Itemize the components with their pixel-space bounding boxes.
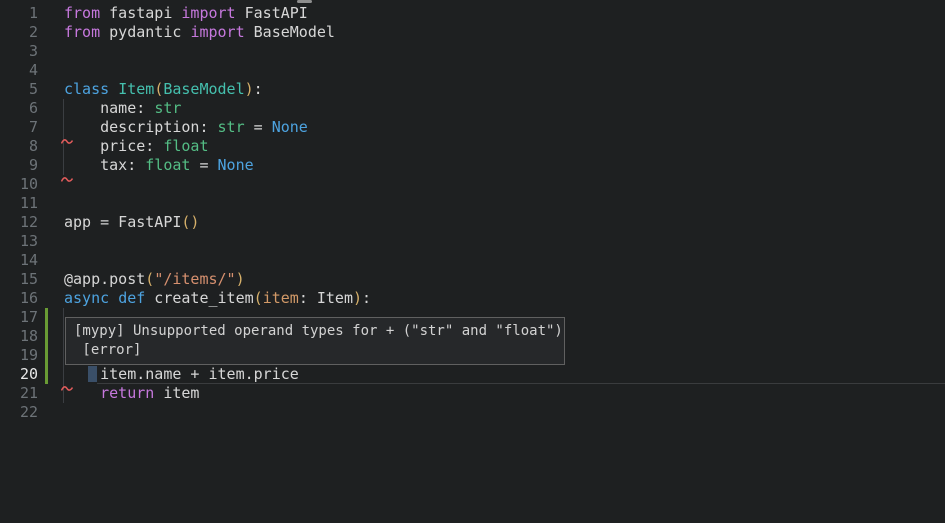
- code-line[interactable]: 22: [0, 403, 945, 422]
- code-text: class Item(BaseModel):: [38, 80, 263, 99]
- line-number: 14: [0, 251, 38, 270]
- code-line[interactable]: 12app = FastAPI(): [0, 213, 945, 232]
- line-number: 12: [0, 213, 38, 232]
- code-line[interactable]: 15@app.post("/items/"): [0, 270, 945, 289]
- line-number: 10: [0, 175, 38, 194]
- git-diff-added-bar: [45, 308, 48, 384]
- line-number: 13: [0, 232, 38, 251]
- code-line[interactable]: 7 description: str = None: [0, 118, 945, 137]
- line-number: 4: [0, 61, 38, 80]
- code-text: [38, 327, 64, 346]
- line-number: 5: [0, 80, 38, 99]
- line-number: 1: [0, 4, 38, 23]
- code-line[interactable]: 10: [0, 175, 945, 194]
- code-text: from fastapi import FastAPI: [38, 4, 308, 23]
- code-line[interactable]: 14: [0, 251, 945, 270]
- line-number: 15: [0, 270, 38, 289]
- code-text: item.name + item.price: [38, 365, 299, 384]
- code-line[interactable]: 3: [0, 42, 945, 61]
- line-number: 6: [0, 99, 38, 118]
- error-squiggle-icon: [61, 131, 73, 138]
- code-text: @app.post("/items/"): [38, 270, 245, 289]
- code-line[interactable]: 20 item.name + item.price: [0, 365, 945, 384]
- error-squiggle-icon: [61, 378, 73, 385]
- code-text: [38, 194, 64, 213]
- line-number: 16: [0, 289, 38, 308]
- code-text: [38, 403, 64, 422]
- code-line[interactable]: 6 name: str: [0, 99, 945, 118]
- line-number: 22: [0, 403, 38, 422]
- code-text: [38, 251, 64, 270]
- line-number: 2: [0, 23, 38, 42]
- line-number: 11: [0, 194, 38, 213]
- code-line[interactable]: 5class Item(BaseModel):: [0, 80, 945, 99]
- code-line[interactable]: 1from fastapi import FastAPI: [0, 4, 945, 23]
- line-number: 19: [0, 346, 38, 365]
- line-number: 8: [0, 137, 38, 156]
- error-squiggle-icon: [61, 169, 73, 176]
- cursor-line-underline: [97, 383, 945, 384]
- code-text: [38, 346, 64, 365]
- code-editor: 1from fastapi import FastAPI2from pydant…: [0, 0, 945, 523]
- code-line[interactable]: 13: [0, 232, 945, 251]
- code-text: app = FastAPI(): [38, 213, 199, 232]
- code-line[interactable]: 21 return item: [0, 384, 945, 403]
- code-text: [38, 308, 64, 327]
- diagnostic-message: [mypy] Unsupported operand types for + (…: [74, 322, 564, 341]
- code-line[interactable]: 16async def create_item(item: Item):: [0, 289, 945, 308]
- code-text: [38, 42, 64, 61]
- code-line[interactable]: 9 tax: float = None: [0, 156, 945, 175]
- code-line[interactable]: 4: [0, 61, 945, 80]
- code-text: [38, 61, 64, 80]
- code-text: [38, 232, 64, 251]
- code-text: async def create_item(item: Item):: [38, 289, 371, 308]
- text-cursor: [88, 366, 97, 382]
- code-line[interactable]: 11: [0, 194, 945, 213]
- code-line[interactable]: 8 price: float: [0, 137, 945, 156]
- code-text: name: str: [38, 99, 181, 118]
- top-edge-artifact: [297, 0, 312, 3]
- code-text: description: str = None: [38, 118, 308, 137]
- line-number: 7: [0, 118, 38, 137]
- line-number: 3: [0, 42, 38, 61]
- line-number: 18: [0, 327, 38, 346]
- code-text: from pydantic import BaseModel: [38, 23, 335, 42]
- code-line[interactable]: 2from pydantic import BaseModel: [0, 23, 945, 42]
- diagnostic-severity: [error]: [74, 341, 564, 360]
- line-number: 9: [0, 156, 38, 175]
- line-number: 20: [0, 365, 38, 384]
- line-number: 17: [0, 308, 38, 327]
- line-number: 21: [0, 384, 38, 403]
- diagnostic-tooltip: [mypy] Unsupported operand types for + (…: [65, 317, 565, 365]
